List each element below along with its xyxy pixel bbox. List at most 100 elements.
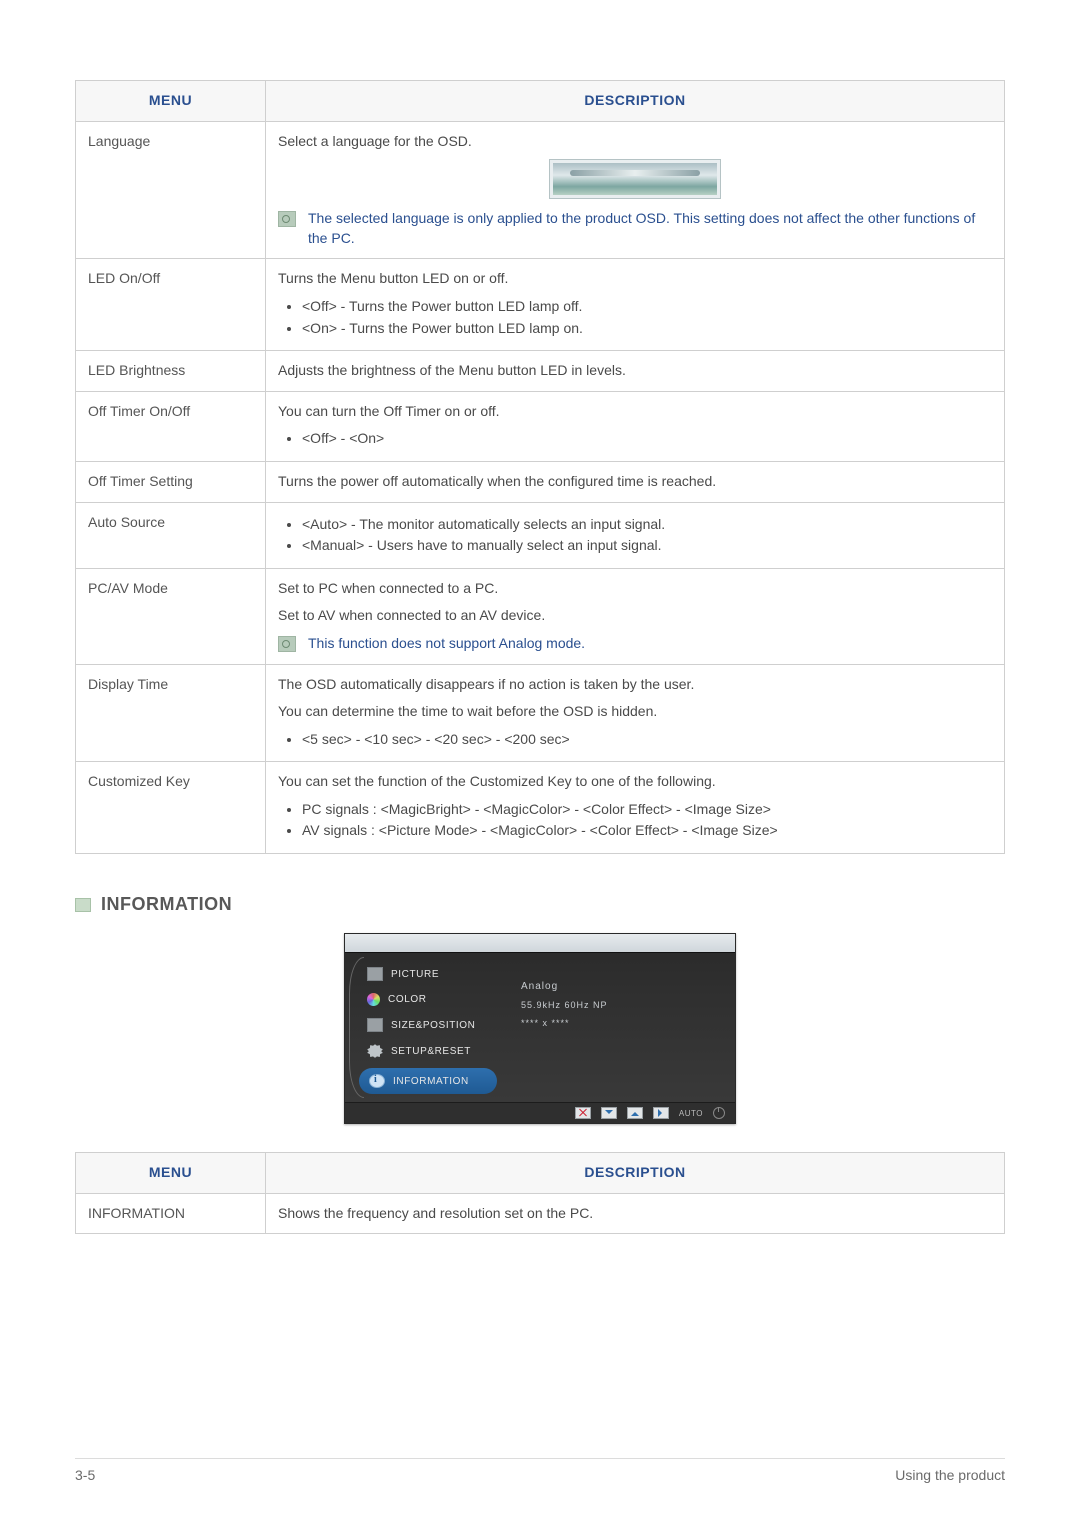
desc-cell-off-timer-onoff: You can turn the Off Timer on or off. <O… — [266, 391, 1005, 461]
info-description-text: Shows the frequency and resolution set o… — [278, 1205, 593, 1221]
note-block: The selected language is only applied to… — [278, 209, 992, 248]
info-menu-cell: INFORMATION — [76, 1193, 266, 1234]
table-row: Display Time The OSD automatically disap… — [76, 664, 1005, 762]
auto-source-bullets: <Auto> - The monitor automatically selec… — [278, 515, 992, 556]
off-timer-setting-intro: Turns the power off automatically when t… — [278, 472, 992, 492]
section-heading-information: INFORMATION — [75, 894, 1005, 915]
list-item: AV signals : <Picture Mode> - <MagicColo… — [302, 821, 992, 841]
osd-label-color: COLOR — [388, 994, 427, 1005]
osd-bottom-bar: AUTO — [345, 1102, 735, 1123]
display-time-intro1: The OSD automatically disappears if no a… — [278, 675, 992, 695]
osd-menu-screenshot: PICTURE COLOR SIZE&POSITION SETUP&RESET — [344, 933, 736, 1124]
info-col-header-description: DESCRIPTION — [266, 1153, 1005, 1194]
note-block: This function does not support Analog mo… — [278, 634, 992, 654]
desc-cell-off-timer-setting: Turns the power off automatically when t… — [266, 461, 1005, 502]
osd-info-line1: Analog — [521, 981, 725, 992]
power-icon — [713, 1107, 725, 1119]
osd-item-color: COLOR — [345, 987, 503, 1012]
menu-cell-led-brightness: LED Brightness — [76, 351, 266, 392]
table-row: Language Select a language for the OSD. … — [76, 121, 1005, 259]
menu-cell-display-time: Display Time — [76, 664, 266, 762]
osd-label-picture: PICTURE — [391, 969, 439, 980]
osd-figure-wrap: PICTURE COLOR SIZE&POSITION SETUP&RESET — [75, 933, 1005, 1124]
close-icon — [575, 1107, 591, 1119]
list-item: <5 sec> - <10 sec> - <20 sec> - <200 sec… — [302, 730, 992, 750]
col-header-menu: MENU — [76, 81, 266, 122]
osd-label-size-position: SIZE&POSITION — [391, 1020, 475, 1031]
section-bullet-icon — [75, 898, 91, 912]
customized-key-intro: You can set the function of the Customiz… — [278, 772, 992, 792]
osd-left-nav: PICTURE COLOR SIZE&POSITION SETUP&RESET — [345, 953, 503, 1102]
menu-description-table: MENU DESCRIPTION Language Select a langu… — [75, 80, 1005, 854]
gear-icon — [367, 1044, 383, 1058]
footer-divider — [75, 1458, 1005, 1459]
osd-right-panel: Analog 55.9kHz 60Hz NP **** x **** — [503, 953, 735, 1102]
menu-cell-language: Language — [76, 121, 266, 259]
arrow-down-icon — [601, 1107, 617, 1119]
menu-cell-off-timer-setting: Off Timer Setting — [76, 461, 266, 502]
list-item: <Manual> - Users have to manually select… — [302, 536, 992, 556]
table-row: Auto Source <Auto> - The monitor automat… — [76, 502, 1005, 568]
osd-item-information-selected: INFORMATION — [359, 1068, 497, 1094]
info-icon — [369, 1074, 385, 1088]
list-item: <Off> - <On> — [302, 429, 992, 449]
off-timer-onoff-bullets: <Off> - <On> — [278, 429, 992, 449]
off-timer-onoff-intro: You can turn the Off Timer on or off. — [278, 402, 992, 422]
table-row: Customized Key You can set the function … — [76, 762, 1005, 854]
info-col-header-menu: MENU — [76, 1153, 266, 1194]
menu-cell-customized-key: Customized Key — [76, 762, 266, 854]
osd-top-bar — [345, 934, 735, 953]
note-icon — [278, 636, 296, 652]
arrow-right-icon — [653, 1107, 669, 1119]
osd-item-size-position: SIZE&POSITION — [345, 1012, 503, 1038]
menu-cell-auto-source: Auto Source — [76, 502, 266, 568]
table-row: Off Timer On/Off You can turn the Off Ti… — [76, 391, 1005, 461]
desc-cell-led-brightness: Adjusts the brightness of the Menu butto… — [266, 351, 1005, 392]
menu-cell-off-timer-onoff: Off Timer On/Off — [76, 391, 266, 461]
pcav-intro2: Set to AV when connected to an AV device… — [278, 606, 992, 626]
osd-info-line3: **** x **** — [521, 1018, 725, 1028]
osd-item-picture: PICTURE — [345, 961, 503, 987]
desc-cell-auto-source: <Auto> - The monitor automatically selec… — [266, 502, 1005, 568]
osd-item-setup-reset: SETUP&RESET — [345, 1038, 503, 1064]
size-position-icon — [367, 1018, 383, 1032]
language-intro: Select a language for the OSD. — [278, 132, 992, 152]
picture-icon — [367, 967, 383, 981]
menu-cell-led-onoff: LED On/Off — [76, 259, 266, 351]
information-table: MENU DESCRIPTION INFORMATION Shows the f… — [75, 1152, 1005, 1234]
display-time-bullets: <5 sec> - <10 sec> - <20 sec> - <200 sec… — [278, 730, 992, 750]
osd-label-information: INFORMATION — [393, 1076, 469, 1087]
footer-page-number: 3-5 — [75, 1467, 95, 1483]
table-row: Off Timer Setting Turns the power off au… — [76, 461, 1005, 502]
led-onoff-intro: Turns the Menu button LED on or off. — [278, 269, 992, 289]
color-wheel-icon — [367, 993, 380, 1006]
desc-cell-led-onoff: Turns the Menu button LED on or off. <Of… — [266, 259, 1005, 351]
list-item: <Off> - Turns the Power button LED lamp … — [302, 297, 992, 317]
language-selection-graphic — [549, 159, 721, 199]
customized-key-bullets: PC signals : <MagicBright> - <MagicColor… — [278, 800, 992, 841]
table-row: INFORMATION Shows the frequency and reso… — [76, 1193, 1005, 1234]
arrow-up-icon — [627, 1107, 643, 1119]
note-icon — [278, 211, 296, 227]
table-row: LED On/Off Turns the Menu button LED on … — [76, 259, 1005, 351]
col-header-description: DESCRIPTION — [266, 81, 1005, 122]
list-item: <Auto> - The monitor automatically selec… — [302, 515, 992, 535]
desc-cell-pcav-mode: Set to PC when connected to a PC. Set to… — [266, 568, 1005, 664]
page-footer: 3-5 Using the product — [75, 1467, 1005, 1483]
information-heading: INFORMATION — [101, 894, 232, 915]
table-row: LED Brightness Adjusts the brightness of… — [76, 351, 1005, 392]
pcav-note: This function does not support Analog mo… — [308, 634, 585, 654]
osd-info-line2: 55.9kHz 60Hz NP — [521, 1000, 725, 1010]
led-onoff-bullets: <Off> - Turns the Power button LED lamp … — [278, 297, 992, 338]
display-time-intro2: You can determine the time to wait befor… — [278, 702, 992, 722]
list-item: PC signals : <MagicBright> - <MagicColor… — [302, 800, 992, 820]
osd-label-setup-reset: SETUP&RESET — [391, 1046, 471, 1057]
desc-cell-language: Select a language for the OSD. The selec… — [266, 121, 1005, 259]
list-item: <On> - Turns the Power button LED lamp o… — [302, 319, 992, 339]
info-desc-cell: Shows the frequency and resolution set o… — [266, 1193, 1005, 1234]
desc-cell-display-time: The OSD automatically disappears if no a… — [266, 664, 1005, 762]
osd-auto-label: AUTO — [679, 1109, 703, 1118]
menu-cell-pcav-mode: PC/AV Mode — [76, 568, 266, 664]
table-row: PC/AV Mode Set to PC when connected to a… — [76, 568, 1005, 664]
desc-cell-customized-key: You can set the function of the Customiz… — [266, 762, 1005, 854]
